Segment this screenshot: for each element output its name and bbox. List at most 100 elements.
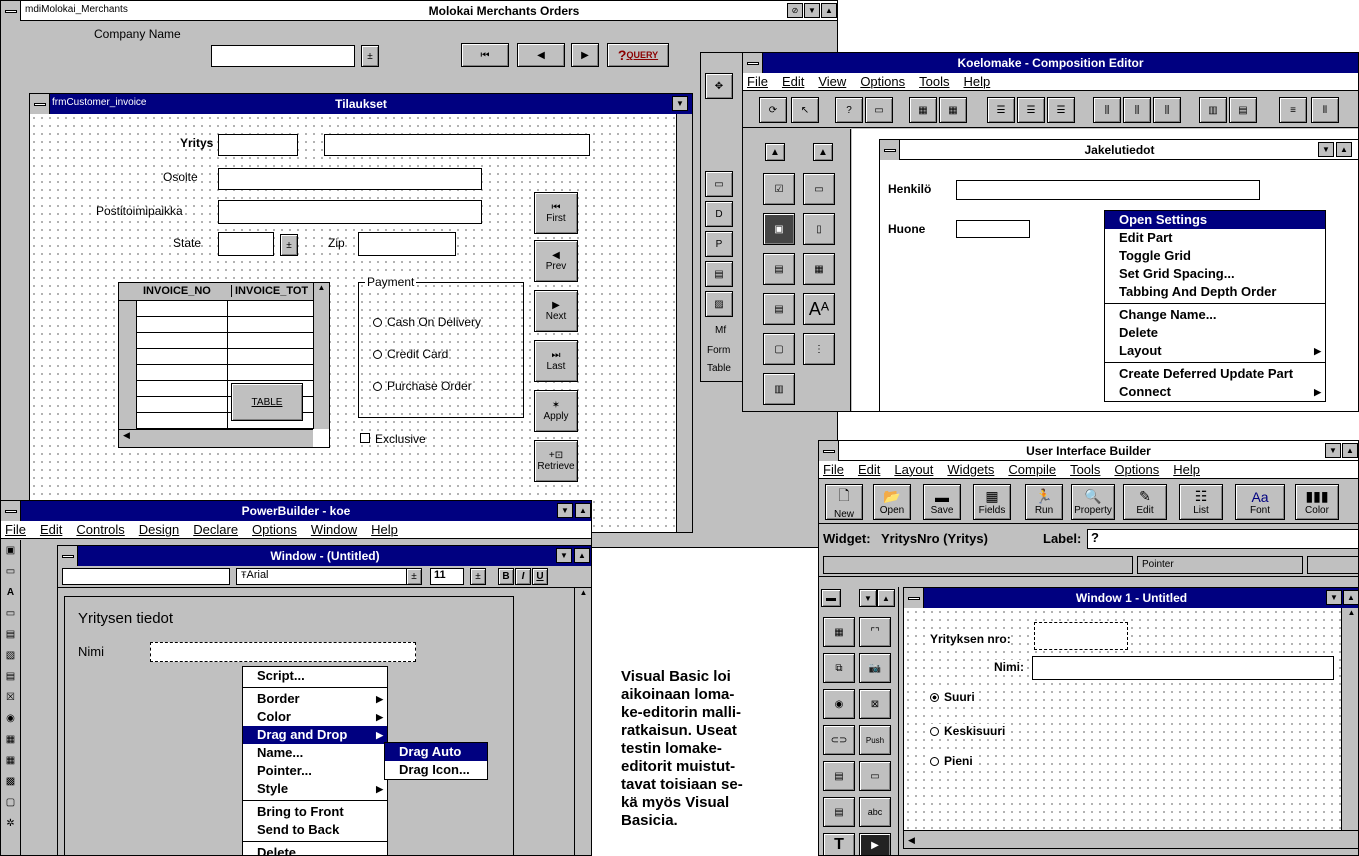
align-middle-icon[interactable]: ⫼	[1123, 97, 1151, 123]
move-tool-icon[interactable]: ✥	[705, 73, 733, 99]
size-height-icon[interactable]: ▤	[1229, 97, 1257, 123]
pb-system-menu[interactable]	[1, 501, 21, 521]
refresh-icon[interactable]: ⟳	[759, 97, 787, 123]
jakelutiedot-system-menu[interactable]	[880, 140, 900, 160]
align-center-icon[interactable]: ☰	[1017, 97, 1045, 123]
menu-help[interactable]: Help	[963, 74, 990, 89]
grid-vscroll[interactable]: ▲	[313, 283, 329, 429]
molokai-maximize-button[interactable]: ▲	[821, 3, 837, 18]
pb-menu-window[interactable]: Window	[311, 522, 357, 537]
jakelutiedot-minimize[interactable]: ▼	[1318, 142, 1334, 157]
pb-underline-button[interactable]: U	[532, 568, 548, 585]
pb-menu-delete[interactable]: Delete	[243, 844, 387, 855]
uib-menu-widgets[interactable]: Widgets	[947, 462, 994, 477]
uib-minimize[interactable]: ▼	[1325, 443, 1341, 458]
pb-menu-declare[interactable]: Declare	[193, 522, 238, 537]
pb-font-select[interactable]: ŦArial	[236, 568, 422, 585]
pb-nimi-field[interactable]	[150, 642, 416, 662]
column-invoice-tot[interactable]: INVOICE_TOT	[231, 285, 308, 297]
radio-keskisuuri[interactable]	[930, 727, 939, 737]
pb-menu-drag-drop[interactable]: Drag and Drop ▶	[243, 726, 387, 744]
nav-last-button[interactable]: ⏭ Last	[534, 340, 578, 382]
pb-size-select[interactable]: 11	[430, 568, 464, 585]
table-button[interactable]: TABLE	[231, 383, 303, 421]
palette-up-icon[interactable]: ▲	[765, 143, 785, 161]
graph-tool-icon[interactable]: ✲	[1, 813, 20, 834]
entry-part-icon[interactable]: ▭	[803, 173, 835, 205]
query-button[interactable]: ? QUERY	[607, 43, 669, 67]
option-keskisuuri[interactable]: Keskisuuri	[930, 724, 1006, 738]
uib-menu-compile[interactable]: Compile	[1008, 462, 1056, 477]
option-suuri[interactable]: Suuri	[930, 690, 975, 704]
tool-icon-4[interactable]: ▤	[705, 261, 733, 287]
uib-font-button[interactable]: Aa Font	[1235, 484, 1285, 520]
pb-inner-minimize[interactable]: ▼	[556, 548, 572, 563]
pointer-icon[interactable]: ↖	[791, 97, 819, 123]
radio-cash[interactable]	[373, 318, 382, 328]
distribute-h-icon[interactable]: ≡	[1279, 97, 1307, 123]
check-part-icon[interactable]: ☑	[763, 173, 795, 205]
menu-deferred-update[interactable]: Create Deferred Update Part	[1105, 365, 1325, 383]
menu-open-settings[interactable]: Open Settings	[1105, 211, 1325, 229]
jakelutiedot-maximize[interactable]: ▲	[1336, 142, 1352, 157]
checkbox-widget-icon[interactable]: ⊠	[859, 689, 891, 719]
button-tool-icon[interactable]: ▭	[1, 561, 20, 582]
uib-label-input[interactable]: ?	[1087, 529, 1358, 549]
nav-prev-button[interactable]: ◀ Prev	[534, 240, 578, 282]
grid-hscroll[interactable]: ◀	[119, 429, 313, 447]
table-widget-icon[interactable]: ▦	[823, 617, 855, 647]
pb-menu-drag-icon[interactable]: Drag Icon...	[385, 761, 487, 779]
listbox-tool-icon[interactable]: ▤	[1, 666, 20, 687]
uib-palette-down[interactable]: ▼	[859, 589, 877, 607]
uib-edit-button[interactable]: ✎ Edit	[1123, 484, 1167, 520]
uib-system-menu[interactable]	[819, 441, 839, 461]
uib-menu-layout[interactable]: Layout	[894, 462, 933, 477]
radio-widget-icon[interactable]: ◉	[823, 689, 855, 719]
radio-card[interactable]	[373, 350, 382, 360]
font-part-icon[interactable]: Aᴬ	[803, 293, 835, 325]
molokai-restore-button[interactable]: ⊘	[787, 3, 803, 18]
menu-edit[interactable]: Edit	[782, 74, 804, 89]
camera-widget-icon[interactable]: 📷	[859, 653, 891, 683]
menu-edit-part[interactable]: Edit Part	[1105, 229, 1325, 247]
uib-save-button[interactable]: ▬ Save	[923, 484, 961, 520]
radio-tool-icon[interactable]: ◉	[1, 708, 20, 729]
menu-change-name[interactable]: Change Name...	[1105, 306, 1325, 324]
customer-scroll-down[interactable]: ▼	[672, 96, 688, 111]
nav-apply-button[interactable]: ✶ Apply	[534, 390, 578, 432]
text-widget-icon[interactable]: ▤	[823, 797, 855, 827]
pb-maximize[interactable]: ▲	[575, 503, 591, 518]
uib-new-button[interactable]: 🗋 New	[825, 484, 863, 520]
toolbox-item-form[interactable]: Form	[707, 345, 730, 356]
menu-file[interactable]: File	[747, 74, 768, 89]
zip-field[interactable]	[358, 232, 456, 256]
align-bottom-icon[interactable]: ⫼	[1153, 97, 1181, 123]
page-part-icon[interactable]: ▥	[763, 373, 795, 405]
uib-window1-maximize[interactable]: ▲	[1343, 590, 1358, 605]
push-widget-icon[interactable]: Push	[859, 725, 891, 755]
huone-field[interactable]	[956, 220, 1030, 238]
column-invoice-no[interactable]: INVOICE_NO	[143, 285, 211, 297]
nav-first-button[interactable]: ⏮ First	[534, 192, 578, 234]
payment-option-card[interactable]: Credit Card	[373, 347, 448, 361]
uib-menu-options[interactable]: Options	[1114, 462, 1159, 477]
image-tool-icon[interactable]: ▩	[1, 771, 20, 792]
table-part-icon[interactable]: ▦	[803, 253, 835, 285]
picture-tool-icon[interactable]: ▧	[1, 645, 20, 666]
menu-layout[interactable]: Layout ▶	[1105, 342, 1325, 360]
frame-part-icon[interactable]: ▯	[803, 213, 835, 245]
size-width-icon[interactable]: ▥	[1199, 97, 1227, 123]
customer-system-menu[interactable]	[30, 94, 50, 114]
uib-nimi-field[interactable]	[1032, 656, 1334, 680]
payment-option-cash[interactable]: Cash On Delivery	[373, 315, 481, 329]
pb-text-field[interactable]	[62, 568, 230, 585]
state-dropdown-button[interactable]: ±	[280, 234, 298, 256]
pb-minimize[interactable]: ▼	[557, 503, 573, 518]
tool-icon-1[interactable]: ▭	[705, 171, 733, 197]
help-icon[interactable]: ?	[835, 97, 863, 123]
list-part-icon[interactable]: ▤	[763, 253, 795, 285]
text-tool-icon[interactable]: A	[1, 582, 20, 603]
tool-icon-2[interactable]: D	[705, 201, 733, 227]
toolbox-item-mf[interactable]: Mf	[715, 325, 726, 336]
tree-part-icon[interactable]: ⋮	[803, 333, 835, 365]
